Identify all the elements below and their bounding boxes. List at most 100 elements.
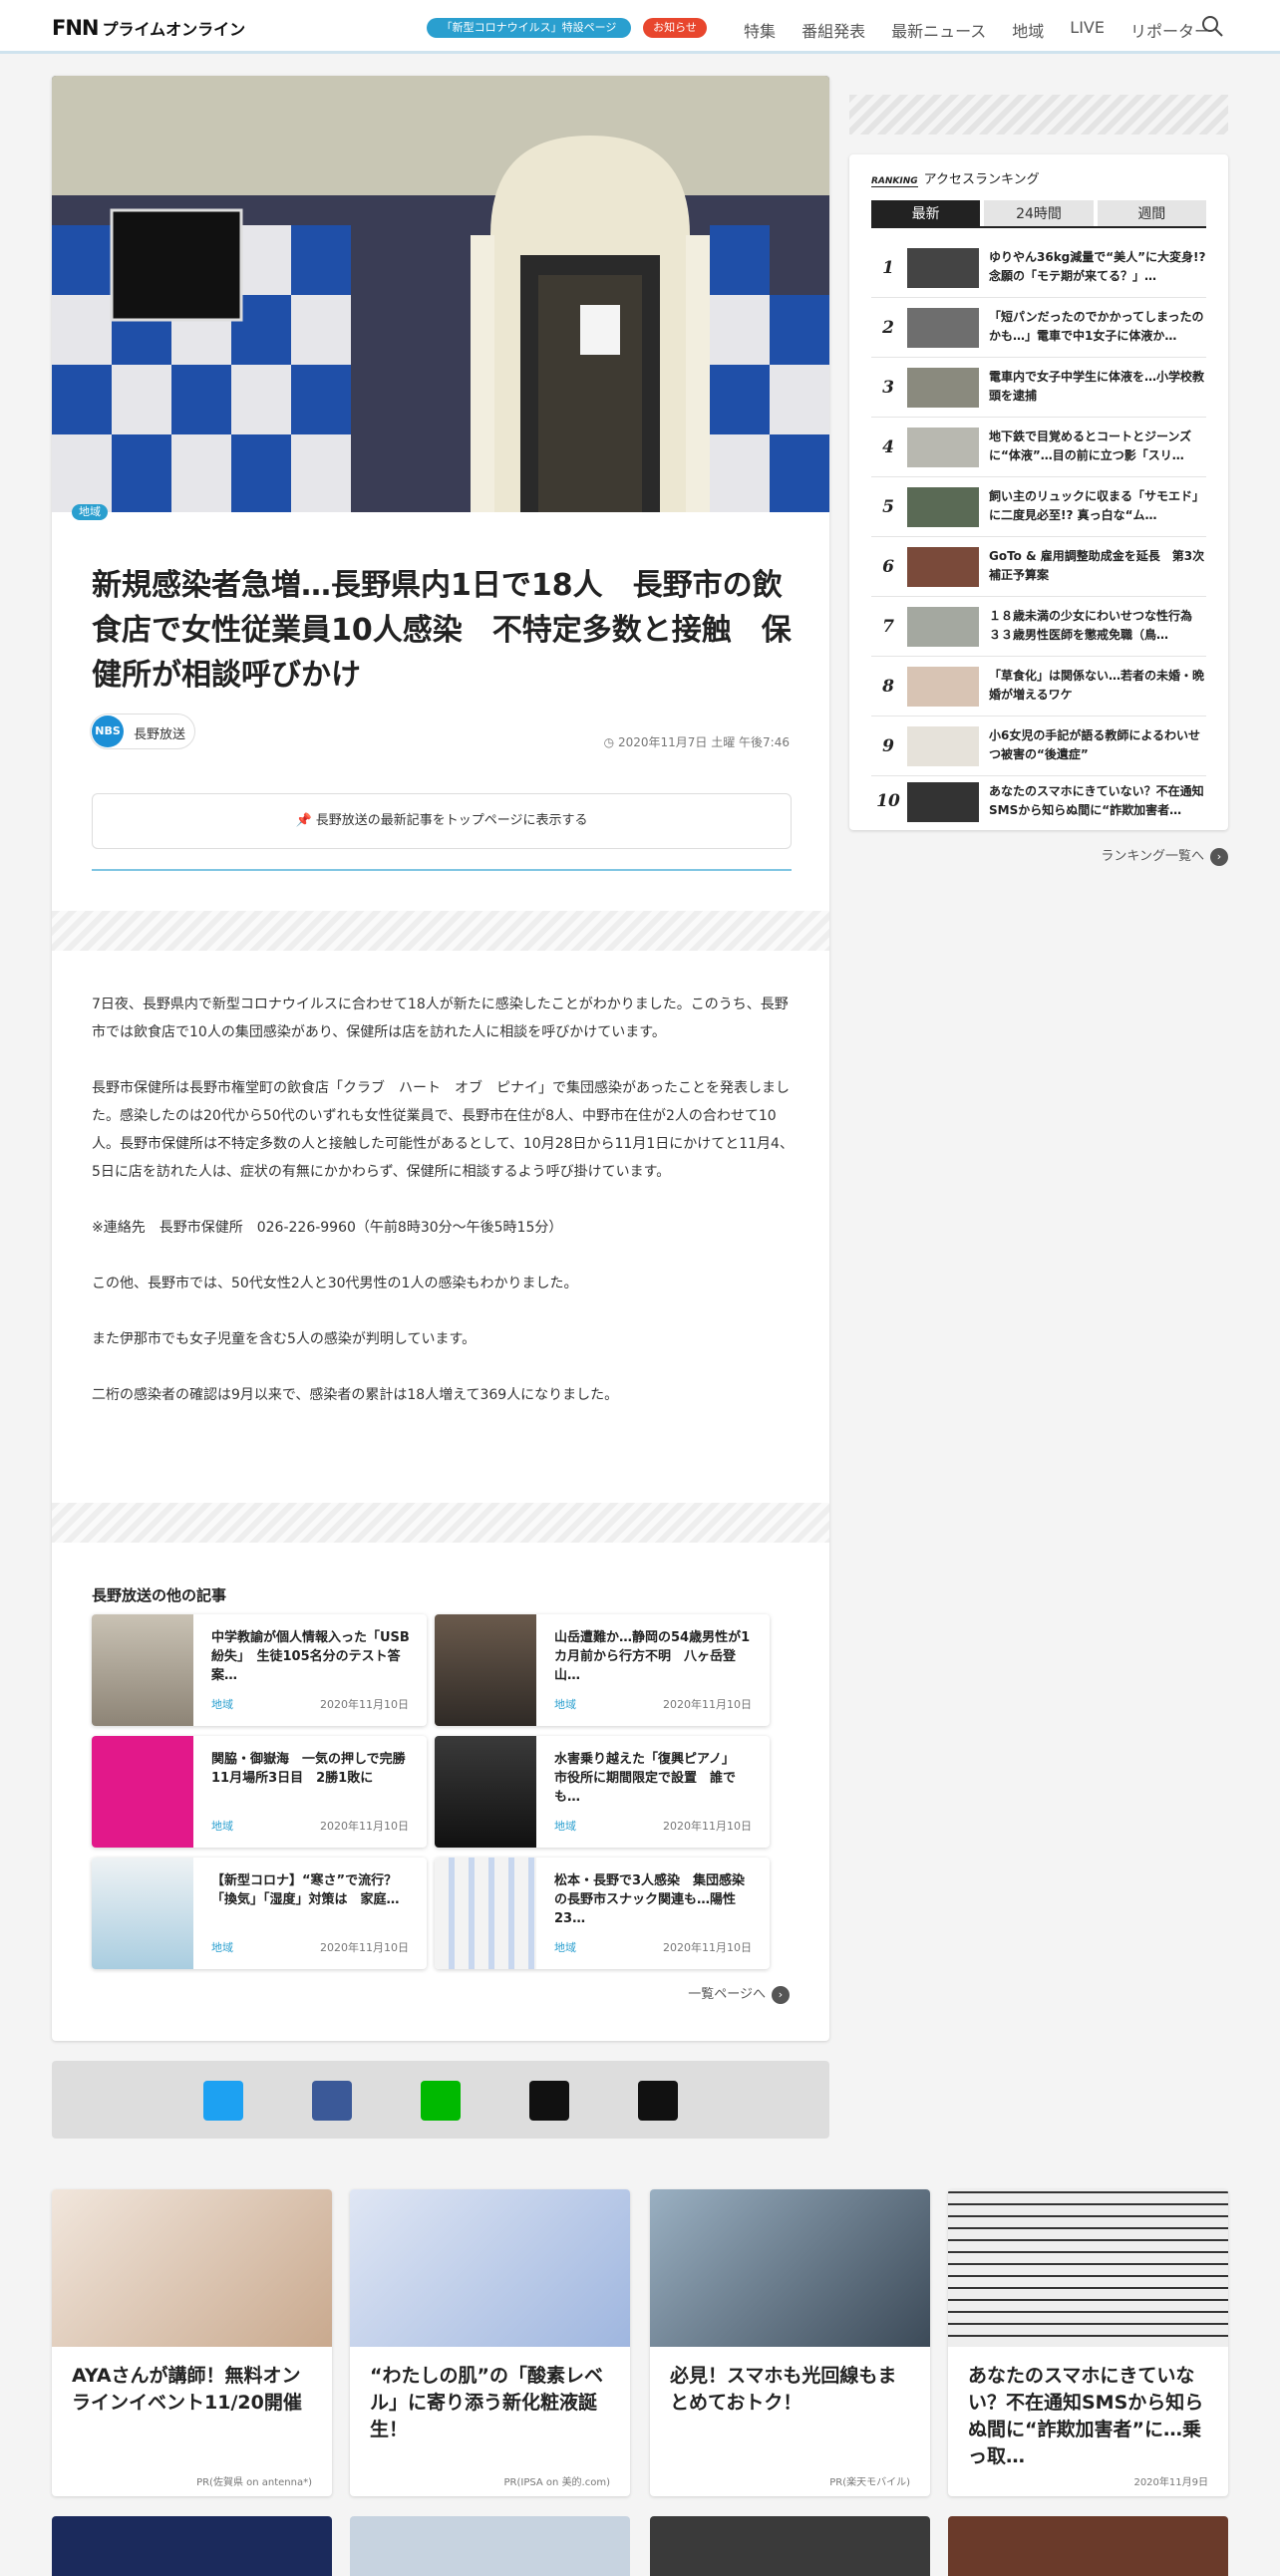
ranking-item[interactable]: 5 飼い主のリュックに収まる「サモエド」に二度見必至!? 真っ白な“ム…: [871, 477, 1206, 537]
related-category: 地域: [554, 1820, 576, 1833]
stripe-divider: [52, 911, 829, 951]
promo-title: “わたしの肌”の「酸素レベル」に寄り添う新化粧液誕生！: [370, 2365, 603, 2440]
promo-date: 2020年11月9日: [1133, 2477, 1208, 2488]
paragraph: 長野市保健所は長野市権堂町の飲食店「クラブ ハート オブ ピナイ」で集団感染があ…: [92, 1080, 794, 1180]
article-hero-image: [52, 76, 829, 512]
related-title: 松本・長野で3人感染 集団感染の長野市スナック関連も…陽性23…: [554, 1873, 746, 1926]
chevron-right-icon: ›: [1210, 847, 1228, 866]
share-bar: [52, 2061, 829, 2139]
ranking-item[interactable]: 1 ゆりやん36kg減量で“美人”に大変身!? 念願の「モテ期が来てる？」…: [871, 238, 1206, 298]
related-title: 関脇・御嶽海 一気の押しで完勝 11月場所3日目 2勝1敗に: [211, 1752, 419, 1786]
related-thumbnail: [435, 1858, 536, 1969]
ranking-card: RANKING アクセスランキング 最新 24時間 週間 1 ゆりやん36kg減量で…: [849, 154, 1228, 830]
ranking-thumbnail: [907, 547, 979, 587]
related-category: 地域: [554, 1941, 576, 1954]
ranking-title-text: 地下鉄で目覚めるとコートとジーンズに“体液”…目の前に立つ影「スリ…: [989, 429, 1192, 462]
ranking-item[interactable]: 10 あなたのスマホにきていない？不在通知SMSから知らぬ間に“詐欺加害者…: [871, 776, 1206, 826]
divider: [92, 869, 792, 871]
ranking-thumbnail: [907, 487, 979, 527]
global-nav: 特集 番組発表 最新ニュース 地域 LIVE リポーター: [744, 18, 1210, 42]
related-heading: 長野放送の他の記事: [92, 1586, 227, 1604]
ranking-item[interactable]: 6 GoTo & 雇用調整助成金を延長 第3次補正予算案: [871, 537, 1206, 597]
comment-icon[interactable]: [638, 2081, 678, 2121]
promo-card[interactable]: [350, 2516, 630, 2576]
promo-image: [52, 2189, 332, 2347]
related-date: 2020年11月10日: [320, 1941, 409, 1954]
ranking-item[interactable]: 8 「草食化」は関係ない…若者の未婚・晩婚が増えるワケ: [871, 657, 1206, 716]
promo-card[interactable]: AYAさんが講師！無料オンラインイベント11/20開催 PR(佐賀県 on an…: [52, 2189, 332, 2496]
ranking-more-label: ランキング一覧へ: [1101, 849, 1204, 864]
logo-text: プライムオンライン: [102, 20, 246, 39]
ranking-thumbnail: [907, 726, 979, 766]
article-card: 地域 新規感染者急増…長野県内1日で18人 長野市の飲食店で女性従業員10人感染…: [52, 76, 829, 2041]
related-thumbnail: [92, 1736, 193, 1848]
logo-mark: FNN: [52, 16, 99, 40]
related-more-link[interactable]: 一覧ページへ ›: [688, 1983, 790, 2004]
search-icon[interactable]: [1200, 14, 1224, 38]
notice-link[interactable]: お知らせ: [643, 18, 707, 38]
related-thumbnail: [92, 1858, 193, 1969]
tab-24h[interactable]: 24時間: [984, 200, 1094, 226]
article-date-text: 2020年11月7日 土曜 午後7:46: [617, 735, 790, 749]
ranking-heading: RANKING アクセスランキング: [871, 168, 1040, 187]
promo-card[interactable]: [52, 2516, 332, 2576]
link-icon[interactable]: [529, 2081, 569, 2121]
related-title: 水害乗り越えた「復興ピアノ」 市役所に期間限定で設置 誰でも…: [554, 1752, 742, 1805]
ranking-title-text: 「短パンだったのでかかってしまったのかも…」電車で中1女子に体液か…: [989, 310, 1204, 343]
tab-latest[interactable]: 最新: [871, 200, 981, 226]
related-article[interactable]: 中学教諭が個人情報入った「USB紛失」 生徒105名分のテスト答案… 地域 20…: [92, 1614, 427, 1726]
related-article[interactable]: 松本・長野で3人感染 集団感染の長野市スナック関連も…陽性23… 地域 2020…: [435, 1858, 770, 1969]
ranking-thumbnail: [907, 782, 979, 822]
related-date: 2020年11月10日: [663, 1698, 752, 1711]
nav-region[interactable]: 地域: [1012, 18, 1044, 42]
ranking-item[interactable]: 3 電車内で女子中学生に体液を…小学校教頭を逮捕: [871, 358, 1206, 418]
related-title: 山岳遭難か…静岡の54歳男性が1カ月前から行方不明 八ヶ岳登山…: [554, 1630, 751, 1683]
promo-card[interactable]: [948, 2516, 1228, 2576]
nav-live[interactable]: LIVE: [1070, 18, 1105, 42]
follow-source-button[interactable]: 📌 長野放送の最新記事をトップページに表示する: [92, 793, 792, 849]
article-body: 7日夜、長野県内で新型コロナウイルスに合わせて18人が新たに感染したことがわかり…: [92, 991, 795, 1437]
rank-number: 5: [882, 497, 894, 517]
ranking-item[interactable]: 2 「短パンだったのでかかってしまったのかも…」電車で中1女子に体液か…: [871, 298, 1206, 358]
promo-card[interactable]: 必見！スマホも光回線もまとめておトク！ PR(楽天モバイル): [650, 2189, 930, 2496]
ranking-item[interactable]: 4 地下鉄で目覚めるとコートとジーンズに“体液”…目の前に立つ影「スリ…: [871, 418, 1206, 477]
category-tag[interactable]: 地域: [72, 504, 108, 520]
site-logo[interactable]: FNN プライムオンライン: [52, 16, 245, 40]
related-date: 2020年11月10日: [663, 1941, 752, 1954]
paragraph: 二桁の感染者の確認は9月以来で、感染者の累計は18人増えて369人になりました。: [92, 1387, 619, 1403]
promo-image: [948, 2189, 1228, 2347]
ranking-title-text: １８歳未満の少女にわいせつな性行為 ３３歳男性医師を懲戒免職（鳥…: [989, 609, 1205, 642]
facebook-icon[interactable]: [312, 2081, 352, 2121]
related-article[interactable]: 関脇・御嶽海 一気の押しで完勝 11月場所3日目 2勝1敗に 地域 2020年1…: [92, 1736, 427, 1848]
related-category: 地域: [211, 1820, 233, 1833]
related-category: 地域: [211, 1698, 233, 1711]
twitter-icon[interactable]: [203, 2081, 243, 2121]
ranking-title-text: あなたのスマホにきていない？不在通知SMSから知らぬ間に“詐欺加害者…: [989, 784, 1204, 817]
ranking-thumbnail: [907, 607, 979, 647]
nav-latest[interactable]: 最新ニュース: [891, 18, 986, 42]
ranking-title-text: 電車内で女子中学生に体液を…小学校教頭を逮捕: [989, 370, 1205, 403]
nav-reporter[interactable]: リポーター: [1130, 18, 1210, 42]
nav-programs[interactable]: 番組発表: [801, 18, 865, 42]
related-article[interactable]: 山岳遭難か…静岡の54歳男性が1カ月前から行方不明 八ヶ岳登山… 地域 2020…: [435, 1614, 770, 1726]
related-article[interactable]: 水害乗り越えた「復興ピアノ」 市役所に期間限定で設置 誰でも… 地域 2020年…: [435, 1736, 770, 1848]
tab-weekly[interactable]: 週間: [1097, 200, 1206, 226]
covid-special-link[interactable]: 「新型コロナウイルス」特設ページ: [427, 18, 631, 38]
ranking-item[interactable]: 7 １８歳未満の少女にわいせつな性行為 ３３歳男性医師を懲戒免職（鳥…: [871, 597, 1206, 657]
promo-card[interactable]: [650, 2516, 930, 2576]
nav-feature[interactable]: 特集: [744, 18, 776, 42]
ranking-title-text: GoTo & 雇用調整助成金を延長 第3次補正予算案: [989, 549, 1205, 582]
promo-card[interactable]: あなたのスマホにきていない？不在通知SMSから知らぬ間に“詐欺加害者”に…乗っ取…: [948, 2189, 1228, 2496]
line-icon[interactable]: [421, 2081, 461, 2121]
related-article[interactable]: 【新型コロナ】“寒さ”で流行？ 「換気」「湿度」対策は 家庭… 地域 2020年…: [92, 1858, 427, 1969]
promo-card[interactable]: “わたしの肌”の「酸素レベル」に寄り添う新化粧液誕生！ PR(IPSA on 美…: [350, 2189, 630, 2496]
ranking-title-text: 「草食化」は関係ない…若者の未婚・晩婚が増えるワケ: [989, 669, 1205, 702]
ranking-more-link[interactable]: ランキング一覧へ ›: [1101, 845, 1228, 866]
rank-number: 9: [882, 736, 894, 756]
rank-number: 6: [882, 557, 894, 577]
ranking-thumbnail: [907, 308, 979, 348]
rank-number: 2: [882, 318, 894, 338]
related-category: 地域: [554, 1698, 576, 1711]
ranking-item[interactable]: 9 小6女児の手記が語る教師によるわいせつ被害の“後遺症”: [871, 716, 1206, 776]
source-name: 長野放送: [134, 727, 186, 742]
